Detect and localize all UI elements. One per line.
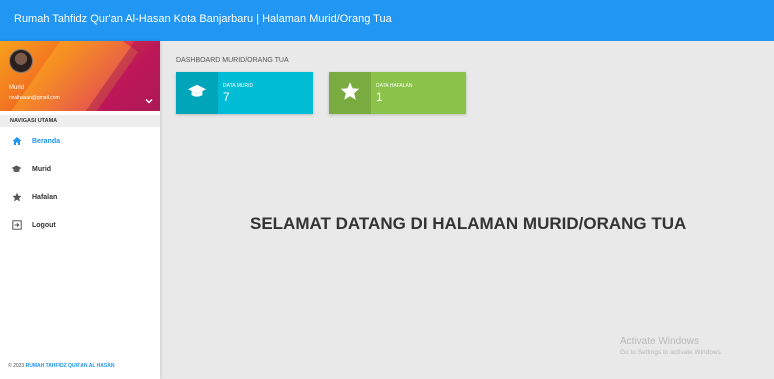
info-box-label: DATA HAFALAN (376, 83, 413, 89)
page-title: DASHBOARD MURID/ORANG TUA (176, 57, 289, 64)
activate-windows-watermark: Activate Windows Go to Settings to activ… (620, 336, 723, 356)
sidebar-item-label: Murid (32, 165, 52, 173)
footer-brand-link[interactable]: RUMAH TAHFIDZ QUR'AN AL HASAN (26, 363, 115, 369)
app-title[interactable]: Rumah Tahfidz Qur'an Al-Hasan Kota Banja… (14, 13, 392, 25)
nav-header: NAVIGASI UTAMA (0, 115, 160, 127)
chevron-down-icon[interactable] (144, 93, 154, 104)
info-box-data-murid[interactable]: DATA MURID 7 (176, 72, 313, 114)
info-box-number: 1 (376, 90, 383, 104)
sidebar-item-beranda[interactable]: Beranda (0, 127, 160, 155)
info-box-number: 7 (223, 90, 230, 104)
sidebar-item-murid[interactable]: Murid (0, 155, 160, 183)
info-box-label: DATA MURID (223, 83, 254, 89)
graduation-cap-icon (187, 82, 207, 105)
footer-copyright: © 2023 (8, 363, 26, 369)
star-icon (11, 192, 22, 203)
user-name: Murid (9, 85, 25, 91)
avatar (9, 49, 33, 73)
sidebar-item-hafalan[interactable]: Hafalan (0, 183, 160, 211)
sidebar-item-label: Logout (32, 221, 56, 229)
home-icon (11, 136, 22, 147)
top-navbar: Rumah Tahfidz Qur'an Al-Hasan Kota Banja… (0, 0, 774, 41)
graduation-cap-icon (11, 164, 22, 175)
user-email: rizalhasan@gmail.com (9, 95, 60, 101)
sidebar-item-label: Beranda (32, 137, 61, 145)
logout-icon (11, 220, 22, 231)
watermark-title: Activate Windows (620, 336, 699, 347)
info-box-data-hafalan[interactable]: DATA HAFALAN 1 (329, 72, 466, 114)
user-info-panel: Murid rizalhasan@gmail.com (0, 41, 160, 111)
watermark-subtitle: Go to Settings to activate Windows. (620, 349, 723, 356)
welcome-message: SELAMAT DATANG DI HALAMAN MURID/ORANG TU… (250, 214, 687, 233)
sidebar-item-logout[interactable]: Logout (0, 211, 160, 239)
sidebar-item-label: Hafalan (32, 193, 58, 201)
sidebar: Murid rizalhasan@gmail.com NAVIGASI UTAM… (0, 41, 160, 379)
star-icon (340, 81, 360, 106)
sidebar-footer: © 2023 RUMAH TAHFIDZ QUR'AN AL HASAN (8, 363, 114, 369)
